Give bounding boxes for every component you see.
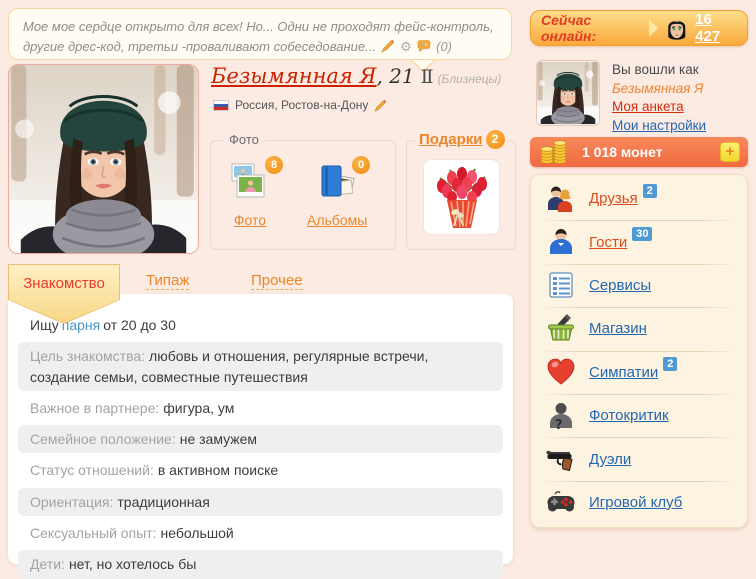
detail-value: не замужем — [180, 431, 257, 447]
sidebar-menu-item[interactable]: Симпатии 2 — [531, 351, 747, 394]
detail-label: Ориентация: — [30, 494, 113, 510]
photos-section: Фото 8 Фото 0 Альбомы — [210, 140, 396, 250]
seeking-row: Ищупарняот 20 до 30 — [18, 311, 503, 339]
coin-amount: 1 018 монет — [582, 144, 720, 160]
services-icon — [545, 269, 577, 301]
profile-detail-row: Статус отношений:в активном поиске — [18, 456, 503, 484]
sidebar-username: Безымянная Я — [612, 80, 706, 99]
online-now-panel: Сейчас онлайн: 16 427 — [530, 10, 748, 46]
gifts-count-badge: 2 — [486, 130, 505, 149]
albums-block: 0 Альбомы — [307, 163, 367, 230]
logged-in-block: Вы вошли как Безымянная Я Моя анкета Мои… — [612, 61, 706, 135]
edit-location-pencil-icon[interactable] — [374, 99, 387, 112]
count-badge: 2 — [643, 184, 657, 198]
sidebar-avatar[interactable] — [536, 60, 600, 126]
heart-icon — [545, 356, 577, 388]
profile-photo[interactable] — [8, 64, 199, 254]
sidebar-menu: Друзья 2 Гости 30 Сервисы Магазин Симпат… — [530, 174, 748, 528]
online-avatar-icon — [664, 14, 690, 42]
arrow-right-icon — [649, 19, 658, 37]
tab-tipazh[interactable]: Типаж — [146, 272, 189, 290]
profile-detail-row: Важное в партнере:фигура, ум — [18, 394, 503, 422]
russia-flag-icon — [213, 100, 229, 111]
coins-bar: 1 018 монет + — [530, 137, 748, 167]
sidebar-menu-item[interactable]: Магазин — [531, 307, 747, 350]
zodiac-name: (Близнецы) — [438, 72, 502, 86]
sidebar-menu-link[interactable]: Магазин — [589, 320, 647, 337]
detail-label: Цель знакомства: — [30, 348, 145, 364]
tab-prochee[interactable]: Прочее — [251, 272, 303, 290]
sidebar-menu-item[interactable]: Друзья 2 — [531, 177, 747, 220]
photos-legend: Фото — [223, 132, 265, 147]
sidebar-menu-link[interactable]: Сервисы — [589, 277, 651, 294]
online-now-label: Сейчас онлайн: — [541, 12, 641, 44]
seeking-range: от 20 до 30 — [103, 317, 176, 333]
duels-icon — [545, 443, 577, 475]
sidebar-menu-item[interactable]: Гости 30 — [531, 220, 747, 263]
detail-label: Важное в партнере: — [30, 400, 159, 416]
my-settings-link[interactable]: Мои настройки — [612, 118, 706, 133]
sidebar-menu-link[interactable]: Игровой клуб — [589, 494, 682, 511]
sidebar-menu-link[interactable]: Симпатии — [589, 364, 658, 381]
profile-header: Безымянная Я, 21 Ⅱ (Близнецы) — [211, 64, 501, 88]
sidebar-menu-item[interactable]: Игровой клуб — [531, 481, 747, 524]
detail-value: фигура, ум — [163, 400, 234, 416]
sidebar-menu-item[interactable]: ? Фотокритик — [531, 394, 747, 437]
sidebar-menu-item[interactable]: Дуэли — [531, 437, 747, 480]
comments-count[interactable]: (0) — [436, 39, 452, 54]
detail-label: Сексуальный опыт: — [30, 525, 157, 541]
count-badge: 2 — [663, 357, 677, 371]
detail-label: Статус отношений: — [30, 462, 154, 478]
profile-name-link[interactable]: Безымянная Я — [211, 64, 376, 88]
guests-icon — [545, 226, 577, 258]
detail-value: небольшой — [161, 525, 234, 541]
detail-value: традиционная — [117, 494, 209, 510]
profile-detail-row: Семейное положение:не замужем — [18, 425, 503, 453]
albums-count-badge: 0 — [352, 156, 370, 174]
gear-icon[interactable]: ⚙ — [400, 39, 412, 54]
count-badge: 30 — [632, 227, 652, 241]
gemini-zodiac-icon: Ⅱ — [421, 66, 434, 88]
chat-bubble-icon[interactable] — [417, 39, 431, 53]
svg-text:?: ? — [555, 418, 563, 432]
detail-value: нет, но хотелось бы — [69, 556, 196, 572]
location-text: Россия, Ростов-на-Дону — [235, 98, 368, 112]
profile-detail-row: Сексуальный опыт:небольшой — [18, 519, 503, 547]
photos-link[interactable]: Фото — [234, 212, 266, 228]
detail-label: Дети: — [30, 556, 65, 572]
my-profile-link[interactable]: Моя анкета — [612, 99, 684, 114]
profile-detail-row: Ориентация:традиционная — [18, 488, 503, 516]
status-message-bubble: Мое мое сердце открыто для всех! Но... О… — [8, 8, 512, 60]
gift-tulips-image[interactable] — [423, 159, 500, 235]
coins-icon — [538, 140, 572, 164]
detail-label: Семейное положение: — [30, 431, 176, 447]
gifts-link[interactable]: Подарки — [419, 131, 483, 148]
add-coins-button[interactable]: + — [720, 142, 740, 162]
sidebar-menu-link[interactable]: Фотокритик — [589, 407, 669, 424]
photocritic-icon: ? — [545, 400, 577, 432]
friends-icon — [545, 183, 577, 215]
profile-detail-row: Дети:нет, но хотелось бы — [18, 550, 503, 578]
albums-link[interactable]: Альбомы — [307, 212, 367, 228]
gameclub-icon — [545, 486, 577, 518]
sidebar-menu-link[interactable]: Дуэли — [589, 451, 631, 468]
gifts-section: Подарки 2 — [406, 140, 516, 250]
online-count-link[interactable]: 16 427 — [695, 11, 737, 45]
profile-details-panel: Ищупарняот 20 до 30 Цель знакомства:любо… — [8, 294, 513, 564]
sidebar-menu-item[interactable]: Сервисы — [531, 264, 747, 307]
sidebar-menu-link[interactable]: Гости — [589, 234, 627, 251]
sidebar-menu-link[interactable]: Друзья — [589, 190, 638, 207]
photos-block: 8 Фото — [229, 163, 271, 230]
profile-age: , 21 — [376, 64, 414, 88]
shop-icon — [545, 313, 577, 345]
profile-detail-row: Цель знакомства:любовь и отношения, регу… — [18, 342, 503, 391]
detail-value: в активном поиске — [158, 462, 278, 478]
logged-in-as-label: Вы вошли как — [612, 61, 706, 80]
edit-pencil-icon[interactable] — [381, 39, 395, 53]
photo-stack-icon[interactable] — [229, 163, 271, 201]
photo-count-badge: 8 — [265, 156, 283, 174]
location-row: Россия, Ростов-на-Дону — [213, 98, 387, 112]
